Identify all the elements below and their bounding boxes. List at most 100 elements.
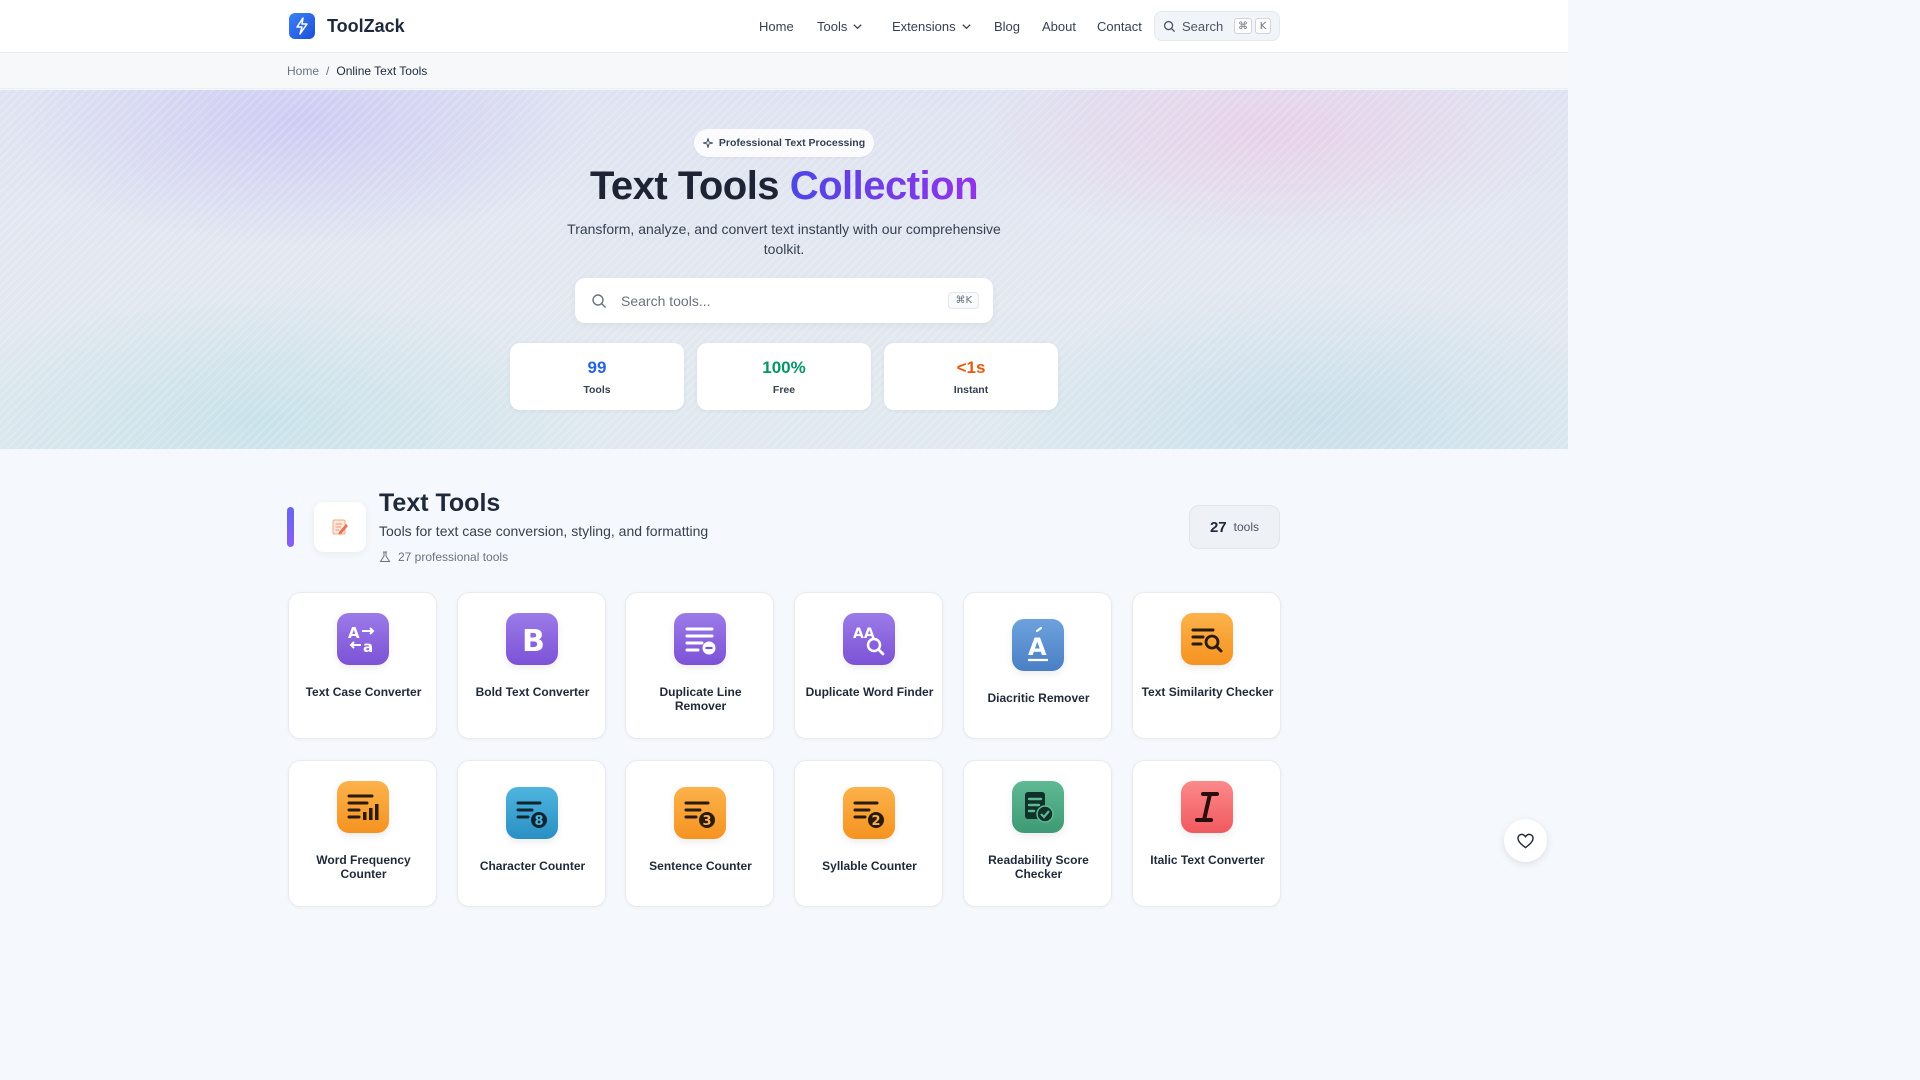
nav-home[interactable]: Home: [759, 19, 794, 34]
breadcrumb-separator: /: [326, 64, 330, 78]
lines-bar-chart-icon: [337, 781, 389, 833]
tool-card-sentence-counter[interactable]: 3 Sentence Counter: [625, 760, 774, 907]
tool-count-number: 27: [1209, 518, 1227, 536]
nav-extensions-label: Extensions: [892, 19, 956, 34]
svg-text:B: B: [522, 624, 545, 657]
brand-logo[interactable]: ToolZack: [289, 13, 405, 39]
tool-name: Duplicate Word Finder: [805, 685, 934, 699]
stat-card-tools: 99 Tools: [510, 343, 684, 410]
nav-about[interactable]: About: [1042, 19, 1076, 34]
heart-icon: [1517, 833, 1534, 848]
header-search-button[interactable]: Search ⌘ K: [1154, 11, 1280, 41]
svg-text:8: 8: [535, 814, 544, 829]
section-accent-bar: [287, 507, 294, 547]
section-description: Tools for text case conversion, styling,…: [379, 523, 709, 539]
nav-extensions-dropdown[interactable]: Extensions: [892, 19, 972, 34]
tool-name: Syllable Counter: [822, 859, 917, 873]
tool-name: Text Case Converter: [305, 685, 422, 699]
accent-a-icon: A: [1012, 619, 1064, 671]
stat-label: Tools: [583, 384, 611, 396]
nav-contact-label: Contact: [1097, 19, 1142, 34]
tool-card-readability-score-checker[interactable]: Readability Score Checker: [963, 760, 1112, 907]
hero-search-box[interactable]: ⌘K: [575, 278, 993, 323]
search-icon: [592, 293, 606, 308]
chevron-down-icon: [853, 24, 862, 30]
nav-blog-label: Blog: [994, 19, 1021, 34]
tool-card-character-counter[interactable]: 8 Character Counter: [457, 760, 606, 907]
tool-card-duplicate-word-finder[interactable]: AA Duplicate Word Finder: [794, 592, 943, 739]
nav-tools-label: Tools: [817, 19, 848, 34]
tool-name: Bold Text Converter: [475, 685, 590, 699]
lines-2-icon: 2: [843, 787, 895, 839]
tool-name: Diacritic Remover: [987, 691, 1090, 705]
stat-value: 100%: [762, 358, 806, 377]
tool-count-badge: 27 tools: [1189, 505, 1280, 549]
bold-b-icon: B: [506, 613, 558, 665]
tool-card-diacritic-remover[interactable]: A Diacritic Remover: [963, 592, 1112, 739]
memo-pencil-icon: [314, 502, 366, 552]
nav-tools-dropdown[interactable]: Tools: [817, 19, 863, 34]
favorites-button[interactable]: [1504, 819, 1547, 862]
stat-label: Free: [772, 384, 796, 396]
section-meta: 27 professional tools: [379, 550, 508, 564]
nav-blog[interactable]: Blog: [994, 19, 1020, 34]
svg-text:3: 3: [703, 814, 712, 829]
svg-text:A: A: [348, 624, 360, 642]
stat-value: 99: [587, 358, 607, 377]
tool-card-syllable-counter[interactable]: 2 Syllable Counter: [794, 760, 943, 907]
tool-name: Duplicate Line Remover: [659, 685, 742, 713]
hero-section: Professional Text Processing Text Tools …: [0, 90, 1568, 449]
italic-i-icon: [1181, 781, 1233, 833]
stat-card-instant: <1s Instant: [884, 343, 1058, 410]
nav-about-label: About: [1042, 19, 1076, 34]
nav-home-label: Home: [759, 19, 794, 34]
hero-badge: Professional Text Processing: [694, 129, 874, 157]
tool-card-bold-text-converter[interactable]: B Bold Text Converter: [457, 592, 606, 739]
hero-title-main: Text Tools: [589, 164, 780, 208]
text-case-icon: A a: [337, 613, 389, 665]
tool-name: Sentence Counter: [649, 859, 752, 873]
tool-name: Readability Score Checker: [988, 853, 1089, 881]
hero-badge-text: Professional Text Processing: [718, 137, 866, 149]
top-header: ToolZack Home Tools Extensions Blog Abou…: [0, 0, 1568, 53]
hero-title: Text Tools Collection: [0, 164, 1568, 209]
cmd-key: ⌘: [1234, 18, 1252, 34]
breadcrumb-bar: Home / Online Text Tools: [0, 53, 1568, 89]
aa-search-icon: AA: [843, 613, 895, 665]
stat-value: <1s: [956, 358, 986, 377]
svg-text:a: a: [363, 638, 373, 656]
tool-card-italic-text-converter[interactable]: Italic Text Converter: [1132, 760, 1281, 907]
doc-check-icon: [1012, 781, 1064, 833]
section-title: Text Tools: [379, 489, 501, 517]
search-shortcut-hint: ⌘K: [948, 292, 979, 309]
svg-text:A: A: [1028, 633, 1047, 661]
breadcrumb-home[interactable]: Home: [287, 64, 319, 78]
lightning-icon: [289, 13, 315, 39]
stat-label: Instant: [953, 384, 989, 396]
tool-card-word-frequency-counter[interactable]: Word Frequency Counter: [288, 760, 437, 907]
sparkle-icon: [702, 138, 713, 148]
brand-name: ToolZack: [327, 15, 405, 36]
hero-title-accent: Collection: [789, 164, 979, 208]
k-key: K: [1255, 18, 1271, 34]
tool-card-duplicate-line-remover[interactable]: Duplicate Line Remover: [625, 592, 774, 739]
header-search-label: Search: [1182, 18, 1224, 34]
chevron-down-icon: [961, 24, 971, 30]
text-search-icon: [1181, 613, 1233, 665]
hero-search-input[interactable]: [621, 292, 935, 309]
tool-card-text-case-converter[interactable]: A a Text Case Converter: [288, 592, 437, 739]
lines-3-icon: 3: [674, 787, 726, 839]
flask-icon: [379, 551, 391, 562]
shortcut-hint: ⌘ K: [1234, 18, 1271, 34]
nav-contact[interactable]: Contact: [1097, 19, 1142, 34]
svg-text:2: 2: [872, 814, 881, 829]
lines-8-icon: 8: [506, 787, 558, 839]
stat-card-free: 100% Free: [697, 343, 871, 410]
tool-name: Character Counter: [479, 859, 586, 873]
hero-subtitle: Transform, analyze, and convert text ins…: [567, 221, 1001, 257]
search-icon: [1163, 20, 1176, 32]
tool-card-text-similarity-checker[interactable]: Text Similarity Checker: [1132, 592, 1281, 739]
lines-minus-icon: [674, 613, 726, 665]
breadcrumb: Home / Online Text Tools: [287, 64, 427, 78]
section-meta-text: 27 professional tools: [398, 550, 509, 564]
